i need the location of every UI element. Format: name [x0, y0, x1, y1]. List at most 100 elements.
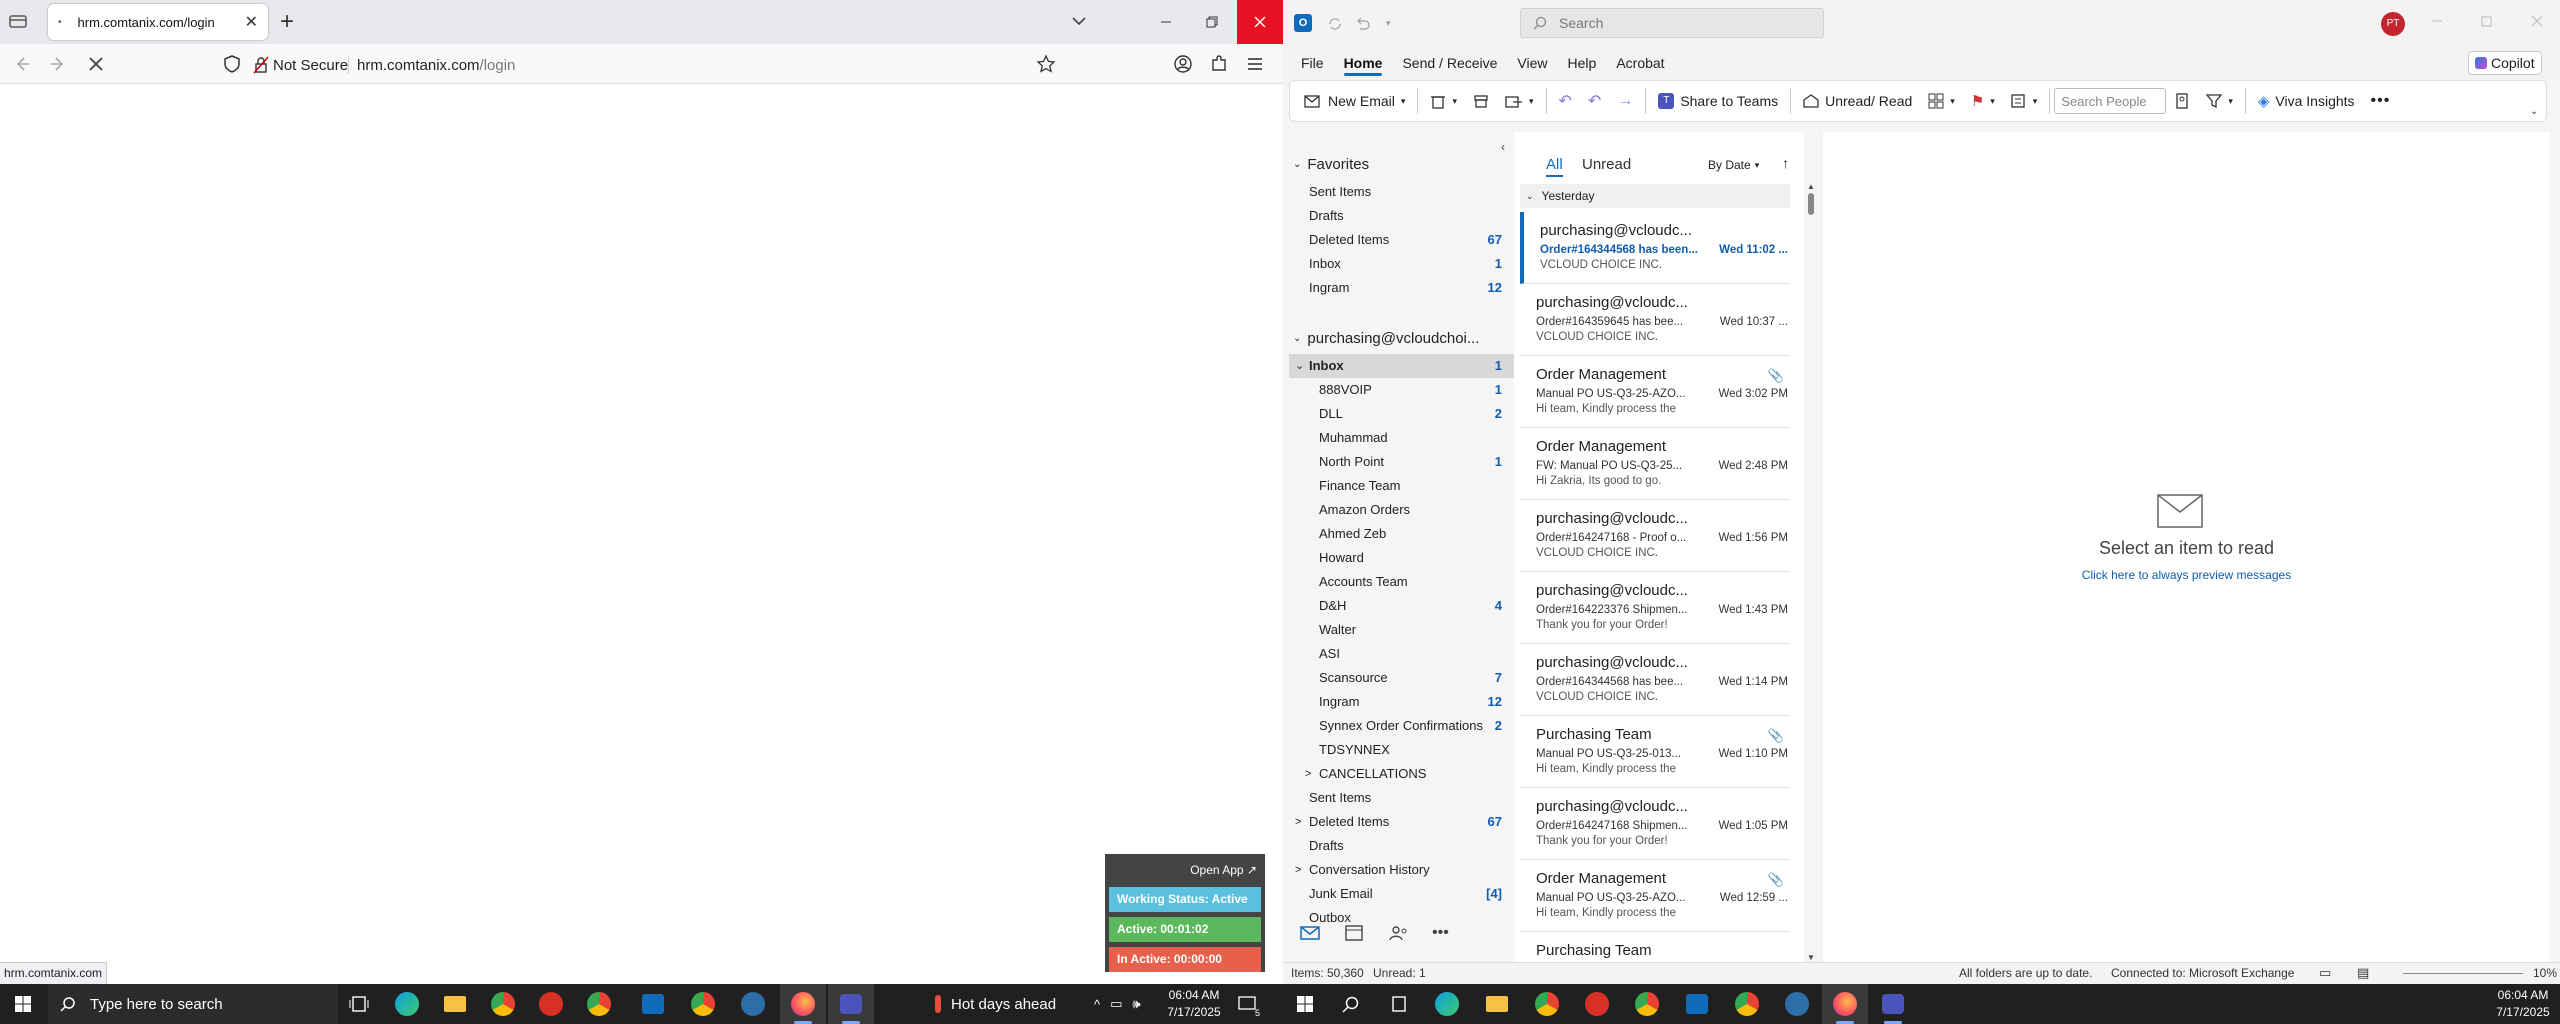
customize-toolbar-icon[interactable]: ▾: [1386, 18, 1391, 29]
share-to-teams-button[interactable]: T Share to Teams: [1650, 86, 1786, 116]
app-icon[interactable]: [730, 984, 776, 1024]
search-people-input[interactable]: Search People: [2054, 88, 2167, 114]
menu-help[interactable]: Help: [1558, 48, 1607, 78]
folder-item[interactable]: Ingram 12: [1289, 690, 1514, 714]
open-app-link[interactable]: Open App ↗: [1109, 858, 1261, 882]
task-view-icon[interactable]: [1376, 984, 1422, 1024]
app-icon[interactable]: [1774, 984, 1820, 1024]
favorites-header[interactable]: ⌄ Favorites: [1293, 156, 1369, 173]
teams-taskbar-icon[interactable]: [828, 984, 874, 1024]
folder-item[interactable]: > Deleted Items 67: [1289, 810, 1514, 834]
preview-messages-link[interactable]: Click here to always preview messages: [1823, 568, 2550, 582]
folder-item[interactable]: ASI: [1289, 642, 1514, 666]
folder-item[interactable]: Walter: [1289, 618, 1514, 642]
more-apps-icon[interactable]: •••: [1432, 924, 1449, 942]
message-item[interactable]: Purchasing Team Manual PO US-Q3-25-013...…: [1520, 716, 1790, 788]
message-item[interactable]: purchasing@vcloudc... Order#164344568 has…: [1520, 212, 1790, 284]
folder-item[interactable]: Muhammad: [1289, 426, 1514, 450]
delete-button[interactable]: ▾: [1422, 86, 1465, 116]
tracking-protection-icon[interactable]: [222, 54, 242, 74]
reply-all-button[interactable]: ↶: [1580, 86, 1609, 116]
new-email-button[interactable]: New Email ▾: [1296, 86, 1413, 116]
avatar[interactable]: PT: [2381, 12, 2405, 36]
tab-list-icon[interactable]: [8, 12, 30, 32]
address-book-button[interactable]: [2166, 86, 2198, 116]
list-all-tabs-icon[interactable]: [1070, 12, 1090, 32]
show-hidden-icons-icon[interactable]: ^: [1094, 997, 1100, 1012]
zoho-cliq-icon[interactable]: [528, 984, 574, 1024]
viva-insights-button[interactable]: ◈ Viva Insights: [2250, 86, 2363, 116]
folder-item[interactable]: > Conversation History: [1289, 858, 1514, 882]
menu-acrobat[interactable]: Acrobat: [1606, 48, 1674, 78]
chevron-right-icon[interactable]: >: [1295, 858, 1301, 882]
sort-dropdown[interactable]: By Date ▾: [1708, 158, 1759, 172]
outlook-close-icon[interactable]: [2530, 14, 2544, 28]
start-icon[interactable]: [1282, 984, 1328, 1024]
url-input[interactable]: hrm.comtanix.com/login: [357, 52, 1037, 78]
flag-button[interactable]: ⚑ ▾: [1963, 86, 2003, 116]
copilot-button[interactable]: Copilot: [2468, 51, 2542, 75]
chrome-icon[interactable]: [680, 984, 726, 1024]
close-window-icon[interactable]: [1237, 0, 1283, 44]
menu-file[interactable]: File: [1291, 48, 1334, 78]
favorite-folder[interactable]: Inbox 1: [1289, 252, 1514, 276]
folder-item[interactable]: Finance Team: [1289, 474, 1514, 498]
close-tab-icon[interactable]: ✕: [245, 12, 258, 32]
reading-view-icon[interactable]: ▤: [2357, 965, 2369, 981]
file-explorer-icon[interactable]: [432, 984, 478, 1024]
sync-icon[interactable]: [1326, 15, 1344, 33]
new-tab-icon[interactable]: +: [280, 8, 294, 36]
security-indicator[interactable]: Not Secure: [253, 53, 348, 77]
message-item[interactable]: purchasing@vcloudc... Order#164223376 Shi…: [1520, 572, 1790, 644]
favorite-folder[interactable]: Ingram 12: [1289, 276, 1514, 300]
folder-item[interactable]: North Point 1: [1289, 450, 1514, 474]
favorite-folder[interactable]: Sent Items: [1289, 180, 1514, 204]
chrome-icon[interactable]: [1524, 984, 1570, 1024]
scroll-thumb[interactable]: [1808, 193, 1814, 215]
zoho-cliq-icon[interactable]: [1574, 984, 1620, 1024]
chevron-right-icon[interactable]: >: [1305, 762, 1311, 786]
edge-icon[interactable]: [1424, 984, 1470, 1024]
weather-widget[interactable]: Hot days ahead: [935, 984, 1056, 1024]
restore-icon[interactable]: [1189, 0, 1235, 44]
stop-loading-icon[interactable]: [86, 54, 106, 74]
bookmark-star-icon[interactable]: [1036, 54, 1056, 74]
taskbar-search-box[interactable]: Type here to search: [48, 984, 338, 1024]
extensions-icon[interactable]: [1209, 54, 1229, 74]
chrome-icon[interactable]: [480, 984, 526, 1024]
rules-button[interactable]: ▾: [2003, 86, 2046, 116]
message-item[interactable]: purchasing@vcloudc... Order#164359645 has…: [1520, 284, 1790, 356]
outlook-search-input[interactable]: Search: [1520, 8, 1824, 38]
sort-direction-icon[interactable]: ↑: [1782, 155, 1789, 171]
message-item[interactable]: purchasing@vcloudc... Order#164344568 has…: [1520, 644, 1790, 716]
folder-item[interactable]: Accounts Team: [1289, 570, 1514, 594]
edge-icon[interactable]: [384, 984, 430, 1024]
chrome-icon[interactable]: [1624, 984, 1670, 1024]
outlook-taskbar-icon[interactable]: [1674, 984, 1720, 1024]
menu-view[interactable]: View: [1507, 48, 1557, 78]
unread-read-button[interactable]: Unread/ Read: [1795, 86, 1920, 116]
network-icon[interactable]: ▭: [1110, 996, 1122, 1012]
folder-item[interactable]: Ahmed Zeb: [1289, 522, 1514, 546]
folder-item[interactable]: Sent Items: [1289, 786, 1514, 810]
message-item[interactable]: purchasing@vcloudc... Order#164247168 - P…: [1520, 500, 1790, 572]
outlook-taskbar-icon[interactable]: [630, 984, 676, 1024]
undo-icon[interactable]: [1354, 15, 1372, 33]
folder-item[interactable]: DLL 2: [1289, 402, 1514, 426]
message-item[interactable]: Order Management Manual PO US-Q3-25-AZO..…: [1520, 356, 1790, 428]
calendar-icon[interactable]: [1344, 924, 1366, 942]
chrome-icon[interactable]: [576, 984, 622, 1024]
tab-all[interactable]: All: [1546, 156, 1563, 177]
favorite-folder[interactable]: Deleted Items 67: [1289, 228, 1514, 252]
message-item[interactable]: Order Management Manual PO US-Q3-25-AZO..…: [1520, 860, 1790, 932]
folder-item[interactable]: Scansource 7: [1289, 666, 1514, 690]
move-button[interactable]: ▾: [1497, 86, 1542, 116]
menu-send-receive[interactable]: Send / Receive: [1392, 48, 1507, 78]
folder-item[interactable]: Drafts: [1289, 834, 1514, 858]
clock[interactable]: 06:04 AM 7/17/2025: [1162, 987, 1226, 1021]
people-icon[interactable]: [1388, 924, 1410, 942]
folder-item[interactable]: ⌄ Inbox 1: [1289, 354, 1514, 378]
back-icon[interactable]: [12, 54, 32, 74]
normal-view-icon[interactable]: ▭: [2319, 965, 2331, 981]
browser-tab[interactable]: • hrm.comtanix.com/login ✕: [48, 4, 268, 40]
